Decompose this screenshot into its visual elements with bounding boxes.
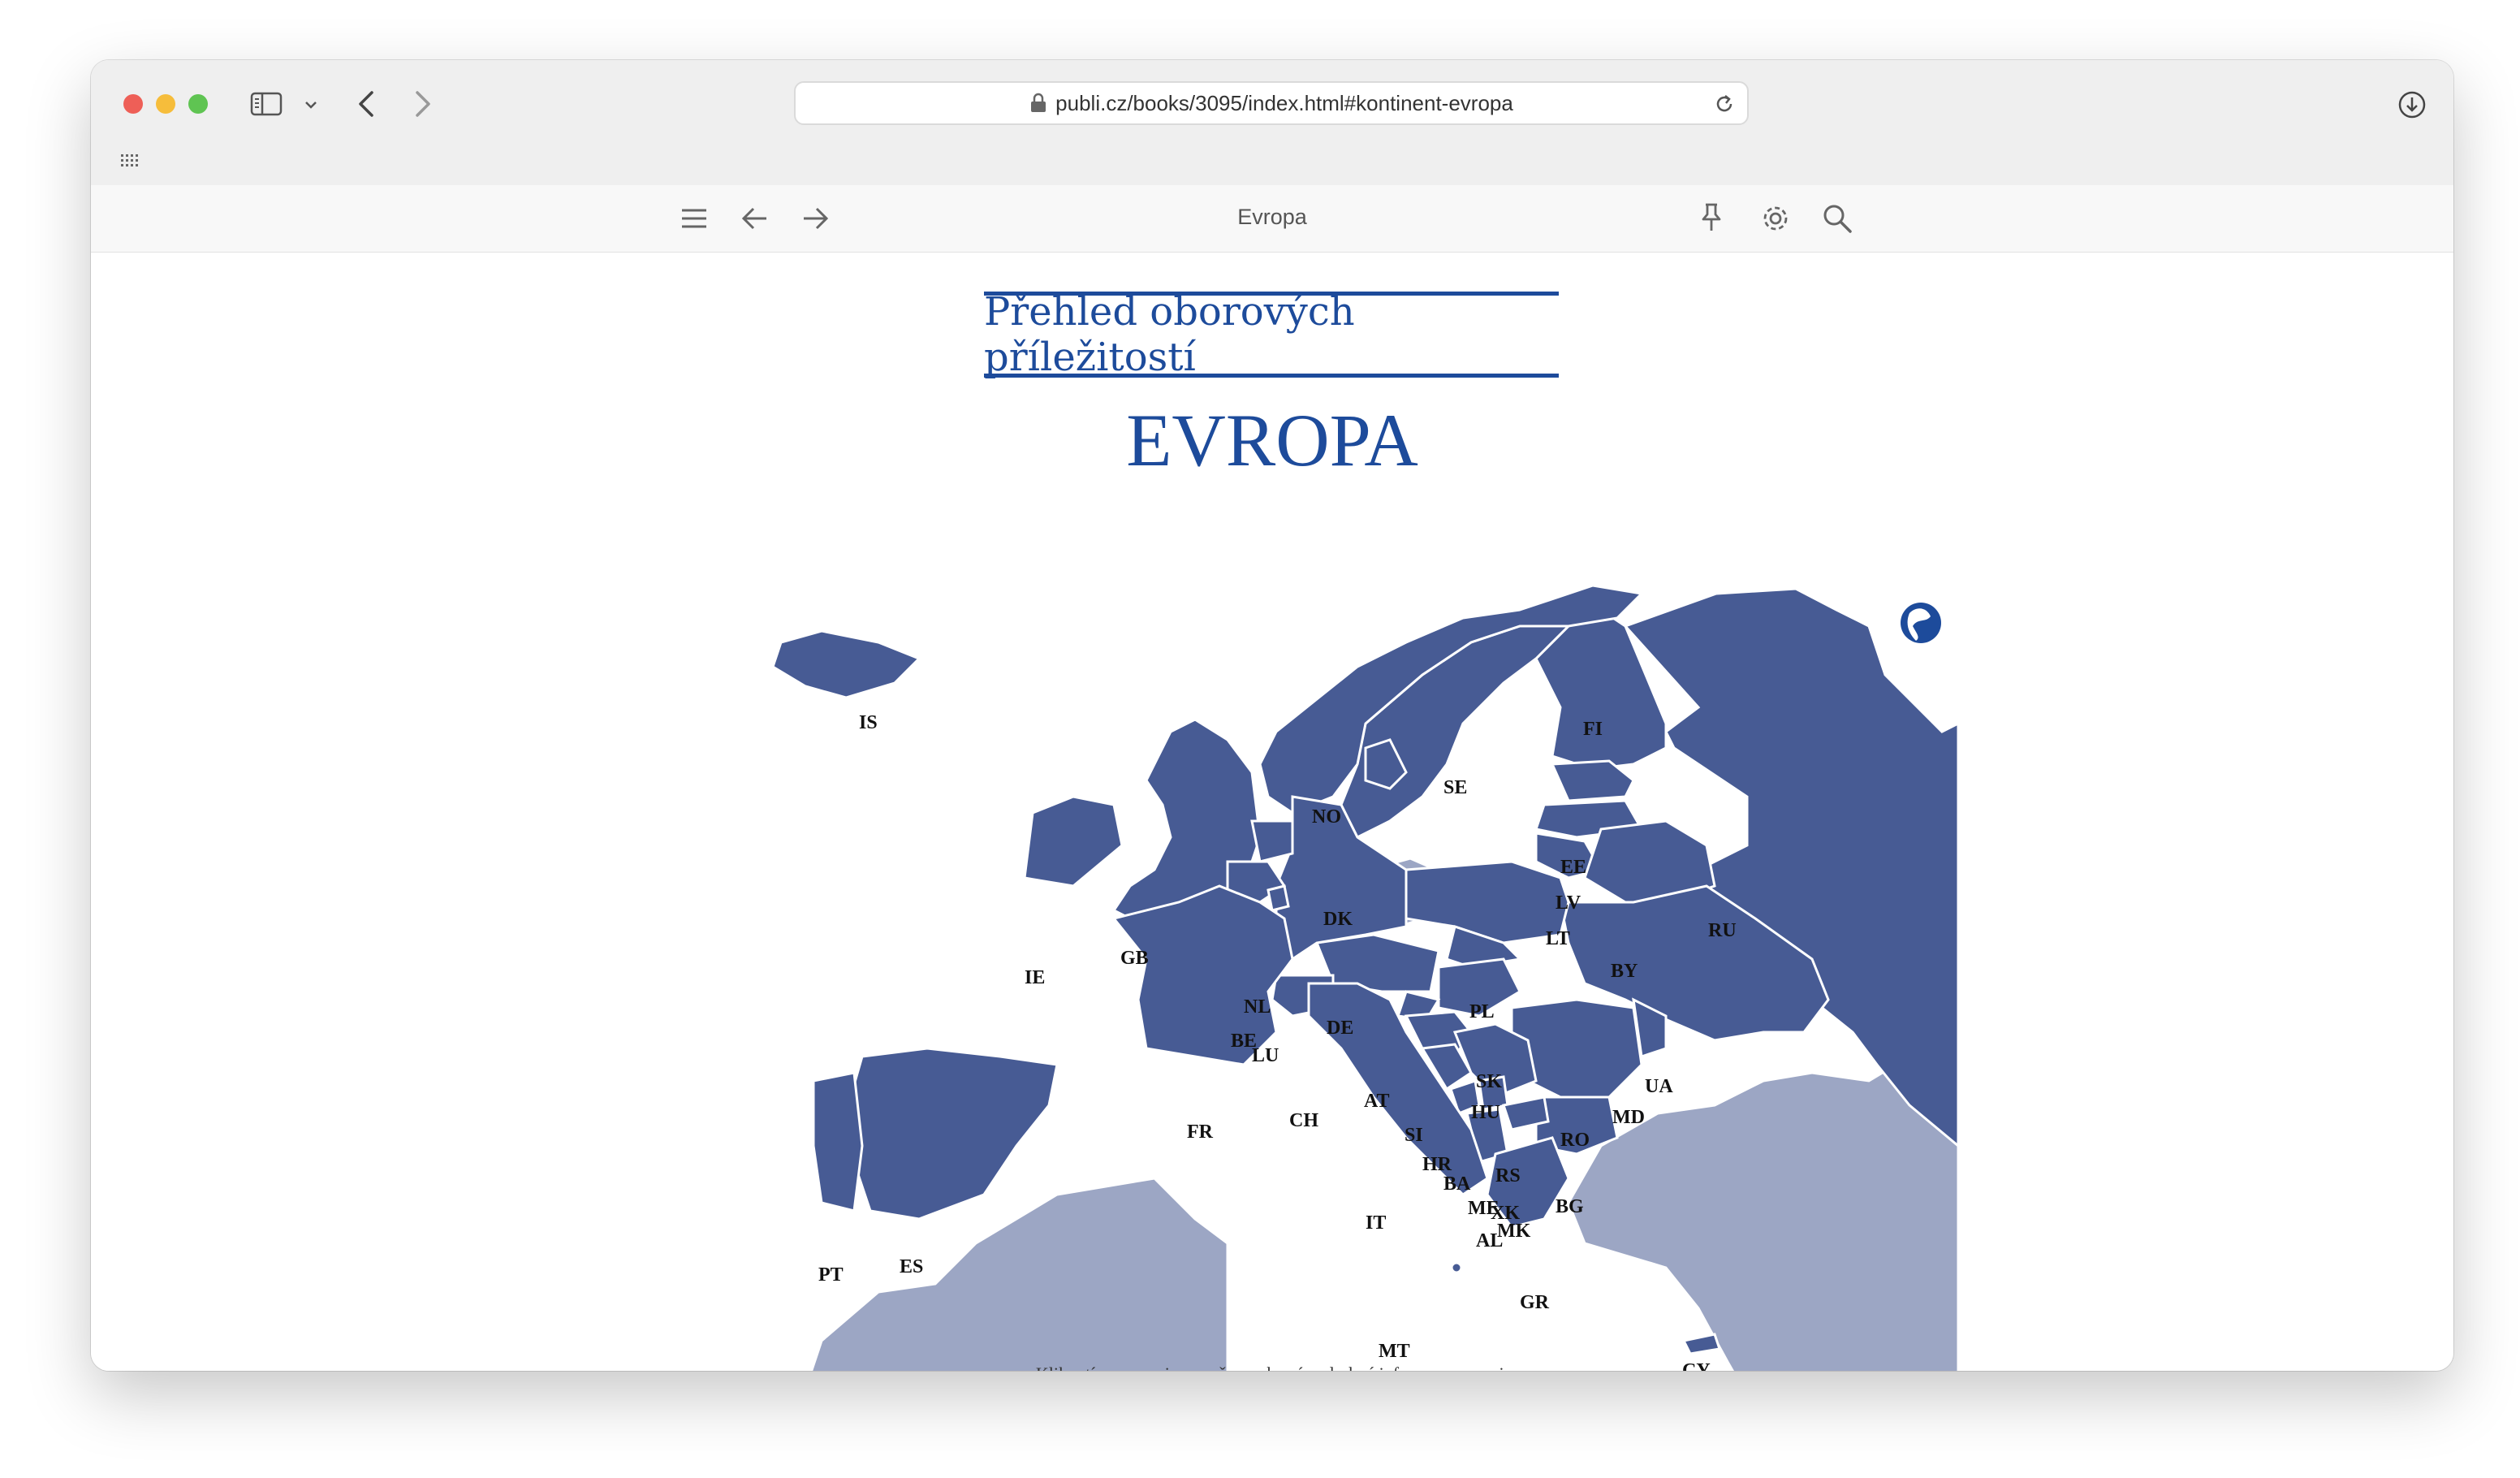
world-map-globe-icon[interactable] xyxy=(1901,603,1941,643)
country-ee[interactable] xyxy=(1550,759,1635,802)
sidebar-toggle-icon[interactable] xyxy=(250,91,283,117)
address-bar[interactable]: publi.cz/books/3095/index.html#kontinent… xyxy=(794,81,1749,125)
label-it: IT xyxy=(1366,1212,1386,1234)
country-mt[interactable] xyxy=(1450,1261,1463,1274)
label-hr: HR xyxy=(1422,1154,1452,1175)
label-mt: MT xyxy=(1379,1341,1410,1362)
close-window-button[interactable] xyxy=(123,94,143,114)
country-lu[interactable] xyxy=(1266,884,1290,912)
tab-overview-icon[interactable] xyxy=(120,153,141,167)
label-ch: CH xyxy=(1289,1110,1318,1131)
downloads-icon[interactable] xyxy=(2397,89,2427,120)
europe-map: IS FI SE NO EE LV DK LT RU IE GB BY NL D… xyxy=(771,584,1958,1371)
browser-titlebar: publi.cz/books/3095/index.html#kontinent… xyxy=(91,60,2453,186)
country-ie[interactable] xyxy=(1023,795,1124,888)
lock-icon xyxy=(1031,93,1046,112)
label-de: DE xyxy=(1327,1018,1353,1039)
label-gr: GR xyxy=(1520,1292,1550,1313)
label-fi: FI xyxy=(1583,719,1603,740)
country-es[interactable] xyxy=(844,1047,1059,1221)
label-nl: NL xyxy=(1244,996,1271,1018)
label-rs: RS xyxy=(1495,1165,1521,1186)
reader-title: Evropa xyxy=(1237,205,1307,229)
label-no: NO xyxy=(1312,806,1341,828)
browser-window: publi.cz/books/3095/index.html#kontinent… xyxy=(91,60,2453,1371)
forward-arrow-icon[interactable] xyxy=(412,89,434,119)
country-nl[interactable] xyxy=(1250,819,1294,863)
label-ee: EE xyxy=(1560,857,1586,878)
label-ba: BA xyxy=(1443,1173,1471,1195)
label-lu: LU xyxy=(1252,1045,1279,1066)
pin-icon[interactable] xyxy=(1698,201,1724,234)
label-pt: PT xyxy=(818,1264,844,1286)
label-lv: LV xyxy=(1556,892,1581,914)
subtitle-block: Přehled oborových příležitostí xyxy=(984,289,1559,380)
label-pl: PL xyxy=(1469,1001,1495,1022)
zoom-window-button[interactable] xyxy=(188,94,208,114)
map-caption: Kliknutím na zemi v mapě se zobrazí podr… xyxy=(91,1363,2453,1371)
reader-toolbar: Evropa xyxy=(91,185,2453,253)
label-is: IS xyxy=(859,712,878,733)
back-arrow-icon[interactable] xyxy=(356,89,377,119)
label-gb: GB xyxy=(1120,948,1149,969)
label-ro: RO xyxy=(1560,1130,1590,1151)
country-pl[interactable] xyxy=(1405,860,1570,944)
country-pt[interactable] xyxy=(812,1071,864,1212)
label-bg: BG xyxy=(1556,1196,1584,1217)
label-by: BY xyxy=(1611,961,1638,982)
label-dk: DK xyxy=(1323,909,1353,930)
label-ru: RU xyxy=(1708,920,1737,941)
label-hu: HU xyxy=(1471,1102,1500,1123)
label-sk: SK xyxy=(1476,1071,1502,1092)
label-si: SI xyxy=(1405,1125,1423,1146)
reload-icon[interactable] xyxy=(1713,93,1736,115)
label-al: AL xyxy=(1476,1230,1503,1251)
label-md: MD xyxy=(1612,1107,1645,1128)
search-icon[interactable] xyxy=(1822,203,1853,234)
page-subtitle: Přehled oborových příležitostí xyxy=(984,289,1355,380)
page-title: EVROPA xyxy=(1126,399,1418,482)
label-es: ES xyxy=(900,1256,923,1277)
label-at: AT xyxy=(1364,1091,1390,1112)
label-se: SE xyxy=(1443,777,1467,798)
country-fr[interactable] xyxy=(1111,884,1294,1066)
minimize-window-button[interactable] xyxy=(156,94,175,114)
label-ua: UA xyxy=(1645,1076,1673,1097)
url-text: publi.cz/books/3095/index.html#kontinent… xyxy=(1055,90,1513,115)
page-content: Přehled oborových příležitostí EVROPA IS… xyxy=(91,253,2453,1371)
chevron-down-icon[interactable] xyxy=(304,99,318,110)
country-is[interactable] xyxy=(771,629,921,699)
country-cy[interactable] xyxy=(1681,1333,1721,1355)
settings-gear-icon[interactable] xyxy=(1760,203,1791,234)
label-lt: LT xyxy=(1546,928,1570,949)
label-ie: IE xyxy=(1025,967,1045,988)
label-fr: FR xyxy=(1187,1121,1214,1143)
